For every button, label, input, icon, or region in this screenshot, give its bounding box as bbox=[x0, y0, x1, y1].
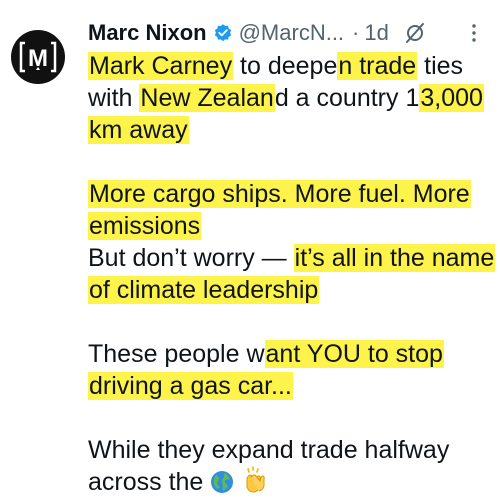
plain-text: These people w bbox=[88, 340, 265, 368]
text-line: More cargo ships. More fuel. More bbox=[88, 178, 493, 210]
tweet[interactable]: M Marc Nixon @MarcN... · 1d Mark Carney … bbox=[0, 0, 500, 500]
highlighted-text: 3,000 bbox=[419, 84, 484, 112]
highlighted-text: km away bbox=[88, 116, 189, 144]
text-line: While they expand trade halfway bbox=[88, 434, 493, 466]
highlighted-text: New Zealan bbox=[139, 84, 275, 112]
plain-text: ties bbox=[417, 52, 464, 80]
avatar[interactable]: M bbox=[11, 30, 65, 84]
text-line: But don’t worry — it’s all in the name bbox=[88, 242, 496, 274]
author-name[interactable]: Marc Nixon bbox=[88, 20, 207, 46]
tweet-text: Mark Carney to deepen trade ties with Ne… bbox=[88, 50, 496, 498]
text-line: km away bbox=[88, 114, 493, 146]
text-line: Mark Carney to deepen trade ties bbox=[88, 50, 493, 82]
text-line: across the bbox=[88, 466, 493, 498]
separator-dot: · bbox=[352, 20, 360, 45]
clapping-hands-emoji bbox=[246, 466, 265, 493]
highlighted-text: driving a gas car... bbox=[88, 372, 293, 400]
globe-emoji bbox=[211, 471, 234, 493]
text-line: These people want YOU to stop bbox=[88, 338, 493, 370]
plain-text: While they expand trade halfway bbox=[88, 436, 450, 464]
text-line: of climate leadership bbox=[88, 274, 493, 306]
highlighted-text: More cargo ships. More fuel. More bbox=[88, 180, 471, 208]
text-line: driving a gas car... bbox=[88, 370, 493, 402]
plain-text: But don’t worry — bbox=[88, 244, 294, 272]
plain-text: across the bbox=[88, 468, 204, 496]
highlighted-text: ant YOU to stop bbox=[264, 340, 444, 368]
plain-text: with bbox=[88, 84, 140, 112]
highlighted-text: of climate leadership bbox=[88, 276, 320, 304]
tweet-header: Marc Nixon @MarcN... · 1d bbox=[88, 16, 498, 50]
highlighted-text: Mark Carney bbox=[88, 52, 234, 80]
more-options-icon[interactable] bbox=[464, 23, 484, 43]
highlighted-text: n trade bbox=[337, 52, 418, 80]
avatar-logo-icon: M bbox=[19, 41, 57, 73]
plain-text: d a country 1 bbox=[274, 84, 420, 112]
text-line: with New Zealand a country 13,000 bbox=[88, 82, 493, 114]
timestamp[interactable]: 1d bbox=[364, 20, 388, 46]
grok-icon[interactable] bbox=[403, 21, 427, 45]
text-line: emissions bbox=[88, 210, 493, 242]
highlighted-text: it’s all in the name bbox=[293, 244, 496, 272]
plain-text: to deepe bbox=[233, 52, 338, 80]
highlighted-text: emissions bbox=[88, 212, 202, 240]
author-handle[interactable]: @MarcN... bbox=[239, 20, 344, 46]
verified-badge-icon bbox=[214, 24, 231, 42]
